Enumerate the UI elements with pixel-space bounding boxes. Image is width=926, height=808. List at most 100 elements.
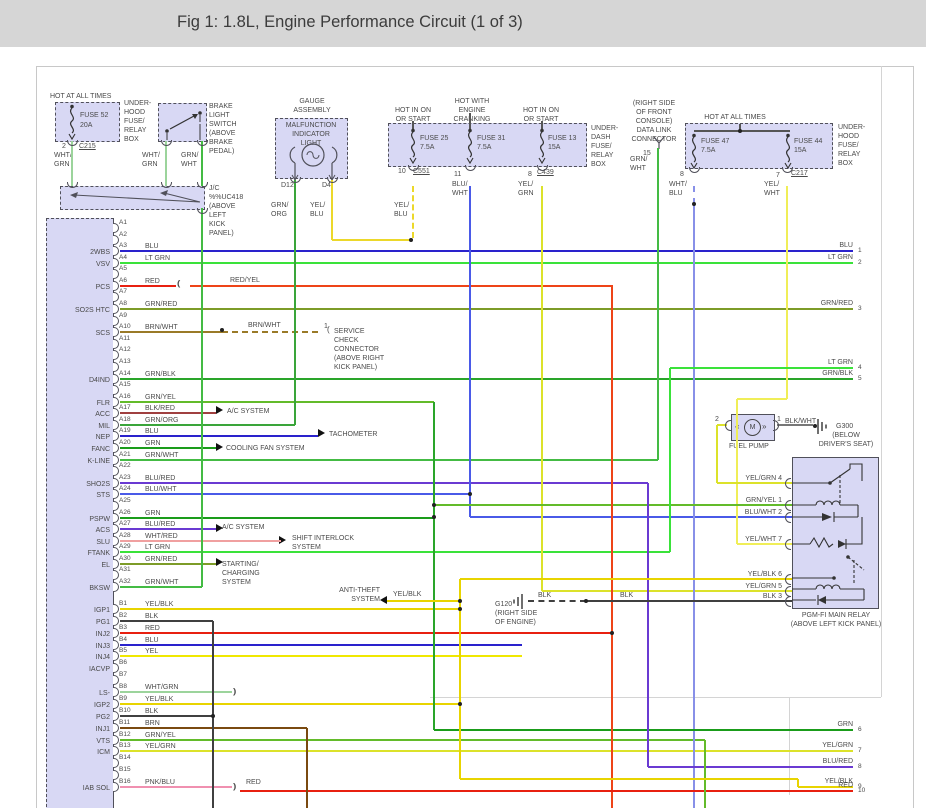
brake-switch-label: BRAKE LIGHT SWITCH (ABOVE BRAKE PEDAL) xyxy=(209,102,237,157)
fuse47-name: FUSE 47 xyxy=(701,137,729,146)
brake-wire-left-label: WHT/ GRN xyxy=(142,151,160,169)
ecm-pin-number-A12: A12 xyxy=(119,346,131,354)
wire-v xyxy=(294,180,296,425)
connector-ref-c215[interactable]: C215 xyxy=(79,142,96,151)
ecm-pin-number-A25: A25 xyxy=(119,497,131,505)
fuse47-pin: 8 xyxy=(680,170,684,179)
wiring-diagram-page: Fig 1: 1.8L, Engine Performance Circuit … xyxy=(0,0,926,808)
exit-number-3: 3 xyxy=(858,305,862,313)
fuse52-amps: 20A xyxy=(80,121,92,130)
ecm-pin-number-A9: A9 xyxy=(119,312,127,320)
ecm-pin-label-B2: PG1 xyxy=(44,618,110,627)
wire-v xyxy=(306,728,308,808)
junction-dot xyxy=(738,129,742,133)
underhood-right-box-label: UNDER- HOOD FUSE/ RELAY BOX xyxy=(838,123,865,168)
arrow-ac1-icon xyxy=(216,406,223,414)
ac-system-label-1: A/C SYSTEM xyxy=(227,407,269,416)
brake-wire-right-label: GRN/ WHT xyxy=(181,151,199,169)
ecm-pin-label-A6: PCS xyxy=(44,283,110,292)
ecm-pin-label-A19: NEP xyxy=(44,433,110,442)
tachometer-label: TACHOMETER xyxy=(329,430,377,439)
wire-h xyxy=(648,766,853,768)
connector-arc-icon xyxy=(689,167,700,173)
wire-v xyxy=(611,285,613,808)
wire-label-A30: GRN/RED xyxy=(145,555,177,564)
wire-label-B5: YEL xyxy=(145,647,158,656)
relay-pin-6: YEL/BLK 6 xyxy=(700,570,782,579)
wire-label-B3: RED xyxy=(145,624,160,633)
wire-h xyxy=(120,482,648,484)
ecm-pin-label-A8: SO2S HTC xyxy=(44,306,110,315)
brake-switch-contact-icon xyxy=(158,104,205,140)
g300-name: G300 xyxy=(836,422,853,431)
exit-wire-label-3: GRN/RED xyxy=(783,299,853,308)
ecm-pin-label-A24: STS xyxy=(44,491,110,500)
wire-h xyxy=(737,398,787,400)
exit-wire-label-8: BLU/RED xyxy=(783,757,853,766)
ecm-pin-number-A7: A7 xyxy=(119,288,127,296)
fuse44-name: FUSE 44 xyxy=(794,137,822,146)
relay-pin-3: BLK 3 xyxy=(700,592,782,601)
wire-label-A8: GRN/RED xyxy=(145,300,177,309)
wire-label-B12: GRN/YEL xyxy=(145,731,176,740)
ecm-pin-label-B12: VTS xyxy=(44,737,110,746)
fuse25-pin: 10 xyxy=(398,167,406,176)
wire-v xyxy=(433,402,435,730)
junction-arrows-icon xyxy=(60,187,203,207)
ecm-pin-number-B6: B6 xyxy=(119,659,127,667)
wire-label-A21: GRN/WHT xyxy=(145,451,178,460)
g120-location: (RIGHT SIDE OF ENGINE) xyxy=(495,609,537,627)
wire-v xyxy=(669,368,671,552)
wire-v xyxy=(913,66,914,808)
wire-h xyxy=(120,715,213,717)
wire-h xyxy=(120,632,612,634)
fuse-squiggle-icon xyxy=(536,128,548,164)
wire-label-A32: GRN/WHT xyxy=(145,578,178,587)
fuse25-amps: 7.5A xyxy=(420,143,434,152)
connector-ref-c217[interactable]: C217 xyxy=(791,169,808,178)
exit-number-2: 2 xyxy=(858,259,862,267)
wire-h xyxy=(120,250,853,252)
relay-pin-4: YEL/GRN 4 xyxy=(700,474,782,483)
gauge-pin-d12: D12 xyxy=(281,181,294,190)
ecm-pin-label-B4: INJ3 xyxy=(44,642,110,651)
relay-pin-arc-icon xyxy=(785,478,791,489)
fuse47-amps: 7.5A xyxy=(701,146,715,155)
pump-motor-icon: M xyxy=(744,419,761,436)
junction-dot xyxy=(692,202,696,206)
wire-label-A18: GRN/ORG xyxy=(145,416,178,425)
junction-dot xyxy=(409,238,413,242)
exit-wire-label-2: LT GRN xyxy=(783,253,853,262)
arrow-tach-icon xyxy=(318,429,325,437)
exit-number-10: 10 xyxy=(858,787,865,795)
wire-label-B8: WHT/GRN xyxy=(145,683,178,692)
anti-theft-label: ANTI-THEFT SYSTEM xyxy=(310,586,380,604)
hot-label-fuse52: HOT AT ALL TIMES xyxy=(50,92,111,101)
inline-connector-b8-icon: )) xyxy=(233,687,234,696)
wire-v xyxy=(647,483,649,767)
wire-h xyxy=(36,66,913,67)
ecm-pin-label-B3: INJ2 xyxy=(44,630,110,639)
ecm-pin-label-B6: IACVP xyxy=(44,665,110,674)
wire-label-A23: BLU/RED xyxy=(145,474,175,483)
fuel-pump-label: FUEL PUMP xyxy=(729,442,769,451)
wire-h xyxy=(120,378,853,380)
fuse13-wire-label: YEL/ GRN xyxy=(518,180,534,198)
connector-arc-icon xyxy=(290,177,301,183)
wire-h xyxy=(120,786,232,788)
wire-h xyxy=(120,308,853,310)
wire-label-B10: BLK xyxy=(145,707,158,716)
pump-arrow-right-icon: » xyxy=(762,422,764,431)
junction-dot xyxy=(458,599,462,603)
fuse47-wire-label: WHT/ BLU xyxy=(669,180,687,198)
relay-pin-5: YEL/GRN 5 xyxy=(700,582,782,591)
relay-pin-arc-icon xyxy=(785,500,791,511)
ecm-pin-label-A29: FTANK xyxy=(44,549,110,558)
ecm-pin-label-B10: PG2 xyxy=(44,713,110,722)
junction-dot xyxy=(610,631,614,635)
junction-dot xyxy=(432,503,436,507)
relay-location: (ABOVE LEFT KICK PANEL) xyxy=(766,620,906,629)
ecm-pin-label-B11: INJ1 xyxy=(44,725,110,734)
relay-name: PGM-FI MAIN RELAY xyxy=(766,611,906,620)
fuse44-amps: 15A xyxy=(794,146,806,155)
